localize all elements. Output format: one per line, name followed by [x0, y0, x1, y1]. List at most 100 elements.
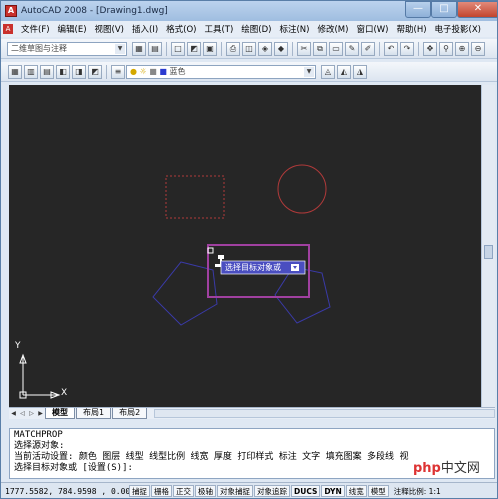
menu-express[interactable]: 电子投影(X) [431, 23, 485, 35]
workspace-value: 二维草图与注释 [11, 43, 67, 53]
zoom-realtime-icon[interactable]: ⚲ [439, 41, 453, 56]
watermark-php: php [413, 461, 441, 476]
layer-isolate-icon[interactable]: ◧ [56, 64, 70, 79]
zoom-previous-icon[interactable]: ⊖ [471, 41, 485, 56]
snap-toggle[interactable]: 捕捉 [129, 485, 150, 497]
standard-toolbar: 二维草图与注释 ▼ ▦ ▤ □ ◩ ▣ ⎙ ◫ ◈ ◆ ✂ ⧉ ▭ ✎ ✐ ↶ … [1, 39, 497, 59]
coordinate-readout[interactable]: 1777.5582, 784.9598 , 0.0000 [1, 487, 140, 496]
publish-icon[interactable]: ◈ [258, 41, 272, 56]
watermark-logo: php中文网 [411, 457, 482, 476]
menu-window[interactable]: 窗口(W) [352, 23, 392, 35]
tab-layout2[interactable]: 布局2 [112, 408, 148, 419]
pentagon-right[interactable] [274, 266, 331, 324]
layer-manager-icon[interactable]: ▦ [8, 64, 22, 79]
grid-toggle[interactable]: 栅格 [151, 485, 172, 497]
drawing-area[interactable]: 选择目标对象或 Y X [9, 85, 481, 407]
autocad-window: A AutoCAD 2008 - [Drawing1.dwg] — □ ✕ A … [0, 0, 498, 499]
circle[interactable] [277, 164, 327, 214]
print-preview-icon[interactable]: ◫ [242, 41, 256, 56]
layer-match-icon[interactable]: ◨ [72, 64, 86, 79]
tooltip-prompt-text: 选择目标对象或 [225, 263, 281, 272]
paste-icon[interactable]: ▭ [329, 41, 343, 56]
tab-model[interactable]: 模型 [45, 408, 75, 419]
document-icon[interactable]: A [3, 24, 13, 34]
toolbar-separator [221, 41, 222, 56]
save-icon[interactable]: ▣ [203, 41, 217, 56]
otrack-toggle[interactable]: 对象追踪 [254, 485, 290, 497]
menu-insert[interactable]: 插入(I) [128, 23, 162, 35]
ortho-toggle[interactable]: 正交 [173, 485, 194, 497]
title-bar: A AutoCAD 2008 - [Drawing1.dwg] — □ ✕ [1, 1, 497, 21]
autocad-app-icon[interactable]: A [5, 5, 17, 17]
watermark-rest: 中文网 [440, 461, 480, 476]
dashed-rectangle[interactable] [165, 175, 225, 219]
undo-icon[interactable]: ↶ [384, 41, 398, 56]
chevron-down-icon[interactable]: ▼ [115, 43, 125, 54]
menu-draw[interactable]: 绘图(D) [237, 23, 275, 35]
menu-view[interactable]: 视图(V) [91, 23, 128, 35]
last-tab-icon[interactable]: ▶ [36, 409, 45, 418]
layer-state-icon[interactable]: ▤ [40, 64, 54, 79]
ducs-toggle[interactable]: DUCS [291, 485, 321, 497]
first-tab-icon[interactable]: ◀ [9, 409, 18, 418]
menu-modify[interactable]: 修改(M) [313, 23, 352, 35]
chevron-down-icon[interactable]: ▼ [304, 66, 314, 77]
toolbar-separator [379, 41, 380, 56]
polar-toggle[interactable]: 极轴 [195, 485, 216, 497]
toolbar-separator [106, 64, 107, 79]
menu-tools[interactable]: 工具(T) [200, 23, 237, 35]
ucs-y-label: Y [15, 341, 21, 351]
close-button[interactable]: ✕ [457, 1, 497, 18]
menu-dimension[interactable]: 标注(N) [275, 23, 313, 35]
layer-dropdown[interactable]: ● ☼ ■ ■ 蓝色 ▼ [126, 64, 316, 79]
layer-freeze-icon[interactable]: ◩ [88, 64, 102, 79]
menu-edit[interactable]: 编辑(E) [54, 23, 91, 35]
layout-tabs-bar: ◀ ◁ ▷ ▶ 模型 布局1 布局2 [9, 407, 495, 419]
prev-tab-icon[interactable]: ◁ [18, 409, 27, 418]
workspace-save-icon[interactable]: ▤ [148, 41, 162, 56]
cut-icon[interactable]: ✂ [297, 41, 311, 56]
menu-help[interactable]: 帮助(H) [393, 23, 431, 35]
drawing-canvas[interactable] [9, 85, 481, 407]
redo-icon[interactable]: ↷ [400, 41, 414, 56]
copy-icon[interactable]: ⧉ [313, 41, 327, 56]
vertical-scrollbar[interactable] [481, 85, 495, 407]
osnap-toggle[interactable]: 对象捕捉 [217, 485, 253, 497]
workspace-settings-icon[interactable]: ▦ [132, 41, 146, 56]
make-current-icon[interactable]: ◬ [321, 64, 335, 79]
lock-icon: ■ [149, 66, 157, 76]
toolbar-separator [292, 41, 293, 56]
maximize-button[interactable]: □ [431, 1, 457, 18]
layer-color-value: 蓝色 [169, 66, 186, 76]
layers-stack-icon[interactable]: ≡ [111, 64, 125, 79]
block-editor-icon[interactable]: ✐ [361, 41, 375, 56]
minimize-button[interactable]: — [405, 1, 431, 18]
lightbulb-icon: ● [130, 66, 137, 76]
ucs-x-label: X [61, 388, 68, 398]
lineweight-toggle[interactable]: 线宽 [345, 485, 367, 497]
match-properties-icon[interactable]: ✎ [345, 41, 359, 56]
layer-previous-state-icon[interactable]: ◭ [337, 64, 351, 79]
status-bar: 1777.5582, 784.9598 , 0.0000 捕捉 栅格 正交 极轴… [1, 482, 497, 498]
workspace-dropdown[interactable]: 二维草图与注释 ▼ [7, 41, 127, 56]
color-swatch-icon: ■ [159, 66, 167, 76]
zoom-window-icon[interactable]: ⊕ [455, 41, 469, 56]
layer-previous-icon[interactable]: ▥ [24, 64, 38, 79]
scroll-thumb[interactable] [484, 245, 493, 259]
window-title: AutoCAD 2008 - [Drawing1.dwg] [21, 6, 168, 16]
layer-walk-icon[interactable]: ◮ [353, 64, 367, 79]
open-file-icon[interactable]: ◩ [187, 41, 201, 56]
pan-icon[interactable]: ✥ [423, 41, 437, 56]
3d-dwf-icon[interactable]: ◆ [274, 41, 288, 56]
annotation-scale[interactable]: 注释比例: 1:1 [394, 486, 441, 497]
dyn-toggle[interactable]: DYN [321, 485, 345, 497]
horizontal-scrollbar[interactable] [154, 409, 495, 418]
menu-file[interactable]: 文件(F) [17, 23, 54, 35]
next-tab-icon[interactable]: ▷ [27, 409, 36, 418]
new-file-icon[interactable]: □ [171, 41, 185, 56]
toolbar-separator [418, 41, 419, 56]
tab-layout1[interactable]: 布局1 [76, 408, 112, 419]
model-toggle[interactable]: 模型 [367, 485, 389, 497]
menu-format[interactable]: 格式(O) [162, 23, 200, 35]
print-icon[interactable]: ⎙ [226, 41, 240, 56]
